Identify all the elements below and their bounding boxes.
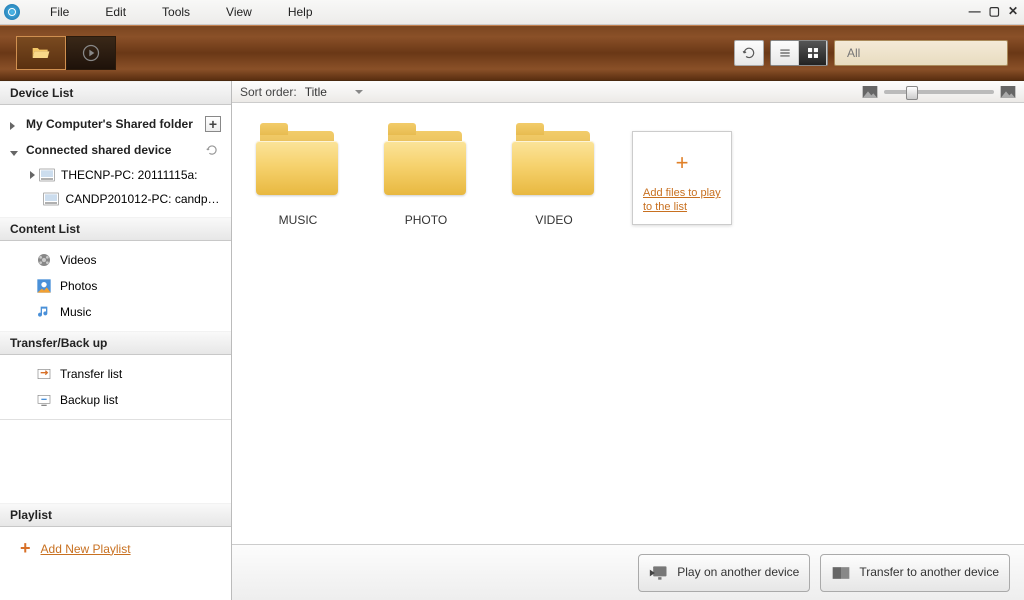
view-list-button[interactable] bbox=[771, 41, 799, 65]
window-minimize[interactable]: — bbox=[969, 4, 981, 18]
device-row-1[interactable]: CANDP201012-PC: candp 2... bbox=[0, 187, 231, 211]
device-list-header: Device List bbox=[0, 81, 231, 105]
add-playlist-item[interactable]: + Add New Playlist bbox=[0, 533, 231, 564]
collapse-arrow-icon bbox=[10, 145, 20, 155]
sort-value: Title bbox=[305, 85, 327, 99]
sort-bar: Sort order: Title bbox=[232, 81, 1024, 103]
pc-icon bbox=[39, 168, 55, 182]
transfer-to-device-label: Transfer to another device bbox=[859, 565, 999, 579]
content-list-header: Content List bbox=[0, 217, 231, 241]
connected-devices-label: Connected shared device bbox=[26, 143, 171, 157]
device-row-0[interactable]: THECNP-PC: 20111115a: bbox=[0, 163, 231, 187]
sort-label: Sort order: bbox=[240, 85, 297, 99]
add-playlist-label: Add New Playlist bbox=[41, 542, 131, 556]
music-note-icon bbox=[36, 304, 52, 320]
refresh-icon bbox=[742, 46, 756, 60]
view-mode-group bbox=[770, 40, 828, 66]
app-icon bbox=[4, 4, 20, 20]
refresh-devices-icon[interactable] bbox=[205, 143, 219, 157]
backup-list-item[interactable]: Backup list bbox=[0, 387, 231, 413]
window-maximize[interactable]: ▢ bbox=[989, 4, 1000, 18]
folder-icon bbox=[256, 131, 340, 199]
my-computer-row[interactable]: My Computer's Shared folder + bbox=[0, 111, 231, 137]
play-circle-icon bbox=[81, 43, 101, 63]
sort-dropdown[interactable]: Title bbox=[305, 85, 363, 99]
grid-icon bbox=[806, 46, 820, 60]
transfer-header: Transfer/Back up bbox=[0, 331, 231, 355]
menubar: File Edit Tools View Help — ▢ ✕ bbox=[0, 0, 1024, 25]
folder-photo[interactable]: PHOTO bbox=[376, 131, 476, 227]
zoom-slider[interactable] bbox=[884, 90, 994, 94]
device-label: CANDP201012-PC: candp 2... bbox=[65, 192, 221, 206]
film-icon bbox=[36, 252, 52, 268]
view-grid-button[interactable] bbox=[799, 41, 827, 65]
chevron-down-icon bbox=[355, 90, 363, 94]
add-share-button[interactable]: + bbox=[205, 116, 221, 132]
window-close[interactable]: ✕ bbox=[1008, 4, 1018, 18]
folder-video-label: VIDEO bbox=[504, 213, 604, 227]
folder-grid: MUSIC PHOTO VIDEO + Add files to play to… bbox=[232, 103, 1024, 544]
content-videos[interactable]: Videos bbox=[0, 247, 231, 273]
content-music[interactable]: Music bbox=[0, 299, 231, 325]
play-mode-button[interactable] bbox=[66, 36, 116, 70]
menu-tools[interactable]: Tools bbox=[144, 1, 208, 23]
folder-video[interactable]: VIDEO bbox=[504, 131, 604, 227]
plus-icon: + bbox=[643, 150, 721, 176]
transfer-icon bbox=[36, 366, 52, 382]
content-videos-label: Videos bbox=[60, 253, 96, 267]
transfer-list-label: Transfer list bbox=[60, 367, 122, 381]
backup-list-label: Backup list bbox=[60, 393, 118, 407]
backup-icon bbox=[36, 392, 52, 408]
search-input[interactable] bbox=[847, 46, 1002, 60]
main-panel: Sort order: Title MUSIC PHOTO V bbox=[232, 81, 1024, 600]
footer: Play on another device Transfer to anoth… bbox=[232, 544, 1024, 600]
browse-mode-button[interactable] bbox=[16, 36, 66, 70]
menu-help[interactable]: Help bbox=[270, 1, 331, 23]
folder-music[interactable]: MUSIC bbox=[248, 131, 348, 227]
playlist-header: Playlist bbox=[0, 503, 231, 527]
connected-devices-row[interactable]: Connected shared device bbox=[0, 137, 231, 163]
device-label: THECNP-PC: 20111115a: bbox=[61, 168, 198, 182]
sidebar: Device List My Computer's Shared folder … bbox=[0, 81, 232, 600]
play-device-icon bbox=[649, 564, 669, 582]
folder-open-icon bbox=[31, 43, 51, 63]
thumb-large-icon[interactable] bbox=[1000, 85, 1016, 99]
list-icon bbox=[778, 46, 792, 60]
folder-icon bbox=[512, 131, 596, 199]
folder-photo-label: PHOTO bbox=[376, 213, 476, 227]
refresh-button[interactable] bbox=[734, 40, 764, 66]
play-on-device-button[interactable]: Play on another device bbox=[638, 554, 810, 592]
folder-music-label: MUSIC bbox=[248, 213, 348, 227]
search-box[interactable] bbox=[834, 40, 1008, 66]
content-music-label: Music bbox=[60, 305, 91, 319]
menu-edit[interactable]: Edit bbox=[87, 1, 144, 23]
menu-file[interactable]: File bbox=[32, 1, 87, 23]
plus-icon: + bbox=[20, 538, 31, 559]
transfer-list-item[interactable]: Transfer list bbox=[0, 361, 231, 387]
toolbar bbox=[0, 25, 1024, 81]
add-files-label: Add files to play to the list bbox=[643, 186, 721, 215]
expand-arrow-icon bbox=[30, 168, 35, 182]
transfer-to-device-button[interactable]: Transfer to another device bbox=[820, 554, 1010, 592]
photo-icon bbox=[36, 278, 52, 294]
folder-icon bbox=[384, 131, 468, 199]
transfer-device-icon bbox=[831, 564, 851, 582]
content-photos[interactable]: Photos bbox=[0, 273, 231, 299]
my-computer-label: My Computer's Shared folder bbox=[26, 117, 193, 131]
thumb-small-icon[interactable] bbox=[862, 85, 878, 99]
menu-view[interactable]: View bbox=[208, 1, 270, 23]
add-files-tile[interactable]: + Add files to play to the list bbox=[632, 131, 732, 225]
content-photos-label: Photos bbox=[60, 279, 97, 293]
expand-arrow-icon bbox=[10, 119, 20, 129]
play-on-device-label: Play on another device bbox=[677, 565, 799, 579]
pc-icon bbox=[43, 192, 59, 206]
